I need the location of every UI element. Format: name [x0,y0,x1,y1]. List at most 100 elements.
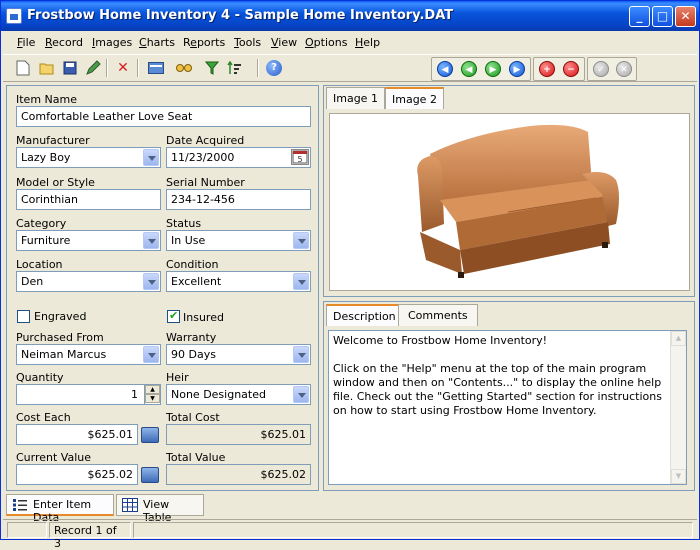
status-value: In Use [171,234,206,247]
edit-icon[interactable] [83,58,103,78]
app-icon[interactable] [6,8,22,24]
purchased-from-combo[interactable]: Neiman Marcus [16,344,161,365]
calendar-icon[interactable]: 5 [291,149,309,165]
quantity-spinner[interactable]: ▲ ▼ [144,385,160,404]
svg-text:5: 5 [297,155,302,164]
find-icon[interactable] [174,58,194,78]
chevron-down-icon[interactable] [293,386,309,403]
menu-charts[interactable]: Charts [139,36,175,49]
view-tabs: Enter Item Data View Table [6,494,696,524]
scroll-up-icon[interactable]: ▲ [671,331,686,346]
sort-icon[interactable] [225,58,245,78]
remove-record-icon[interactable]: − [563,61,579,77]
tab-image-1[interactable]: Image 1 [326,87,385,109]
previous-record-icon[interactable]: ◀ [461,61,477,77]
window-title: Frostbow Home Inventory 4 - Sample Home … [27,8,454,23]
tab-description[interactable]: Description [326,304,403,326]
purchased-from-label: Purchased From [16,331,104,344]
cost-each-field[interactable]: $625.01 [16,424,138,445]
status-label: Status [166,217,202,230]
condition-combo[interactable]: Excellent [166,271,311,292]
chevron-down-icon[interactable] [293,346,309,363]
status-combo[interactable]: In Use [166,230,311,251]
spin-up-icon[interactable]: ▲ [145,385,160,394]
title-bar[interactable]: Frostbow Home Inventory 4 - Sample Home … [1,1,699,31]
menu-view[interactable]: View [271,36,297,49]
insured-checkbox[interactable] [167,309,180,323]
grid-icon [122,498,138,512]
cancel-record-icon[interactable]: ✕ [616,61,632,77]
new-icon[interactable] [13,58,33,78]
scroll-down-icon[interactable]: ▼ [671,469,686,484]
calculator-icon[interactable] [141,467,159,483]
minimize-button[interactable]: _ [629,6,650,27]
warranty-combo[interactable]: 90 Days [166,344,311,365]
status-cell [133,522,693,538]
chevron-down-icon[interactable] [143,149,159,166]
love-seat-image [417,124,619,278]
item-photo [329,113,690,291]
engraved-label: Engraved [34,310,87,323]
delete-icon[interactable]: ✕ [113,58,133,78]
tab-image-2[interactable]: Image 2 [385,87,444,109]
filter-icon[interactable] [202,58,222,78]
last-record-icon[interactable]: ▶ [509,61,525,77]
save-icon[interactable] [60,58,80,78]
menu-images[interactable]: Images [92,36,132,49]
menu-help[interactable]: Help [355,36,380,49]
tab-enter-item-data[interactable]: Enter Item Data [6,494,114,524]
chevron-down-icon[interactable] [293,232,309,249]
next-record-icon[interactable]: ▶ [485,61,501,77]
engraved-checkbox[interactable] [17,310,30,323]
manufacturer-combo[interactable]: Lazy Boy [16,147,161,168]
category-value: Furniture [21,234,71,247]
table-icon[interactable] [146,58,166,78]
model-field[interactable]: Corinthian [16,189,161,210]
item-name-field[interactable]: Comfortable Leather Love Seat [16,106,311,127]
date-acquired-label: Date Acquired [166,134,245,147]
description-text[interactable]: Welcome to Frostbow Home Inventory! Clic… [328,330,687,485]
calculator-icon[interactable] [141,427,159,443]
date-acquired-field[interactable]: 11/23/2000 [166,147,311,168]
status-bar: Record 1 of 3 [3,519,697,550]
menu-options[interactable]: Options [305,36,347,49]
heir-label: Heir [166,371,189,384]
tab-view-table[interactable]: View Table [116,494,204,524]
status-cell [7,522,47,538]
menu-record[interactable]: Record [45,36,83,49]
menu-file[interactable]: File [17,36,35,49]
current-value-field[interactable]: $625.02 [16,464,138,485]
location-label: Location [16,258,63,271]
menu-bar: File Record Images Charts Reports Tools … [3,32,697,54]
chevron-down-icon[interactable] [293,273,309,290]
manufacturer-value: Lazy Boy [21,151,71,164]
condition-label: Condition [166,258,219,271]
heir-combo[interactable]: None Designated [166,384,311,405]
record-edit-group: + − [533,57,585,81]
insured-label: Insured [183,311,224,324]
chevron-down-icon[interactable] [143,232,159,249]
vertical-scrollbar[interactable]: ▲ ▼ [670,331,686,484]
help-icon[interactable]: ? [264,58,284,78]
location-combo[interactable]: Den [16,271,161,292]
date-acquired-value: 11/23/2000 [171,151,235,164]
total-value-value: $625.02 [166,464,311,485]
quantity-stepper[interactable]: 1 [16,384,161,405]
category-combo[interactable]: Furniture [16,230,161,251]
first-record-icon[interactable]: ◀ [437,61,453,77]
total-cost-label: Total Cost [166,411,220,424]
tab-comments[interactable]: Comments [398,304,478,326]
chevron-down-icon[interactable] [143,346,159,363]
add-record-icon[interactable]: + [539,61,555,77]
menu-tools[interactable]: Tools [234,36,261,49]
open-icon[interactable] [37,58,57,78]
post-record-icon[interactable]: ✓ [593,61,609,77]
record-counter: Record 1 of 3 [49,522,131,550]
serial-number-field[interactable]: 234-12-456 [166,189,311,210]
menu-reports[interactable]: Reports [183,36,225,49]
chevron-down-icon[interactable] [143,273,159,290]
quantity-value: 1 [131,388,138,401]
maximize-button[interactable]: □ [652,6,673,27]
close-button[interactable]: ✕ [675,6,696,27]
spin-down-icon[interactable]: ▼ [145,394,160,403]
